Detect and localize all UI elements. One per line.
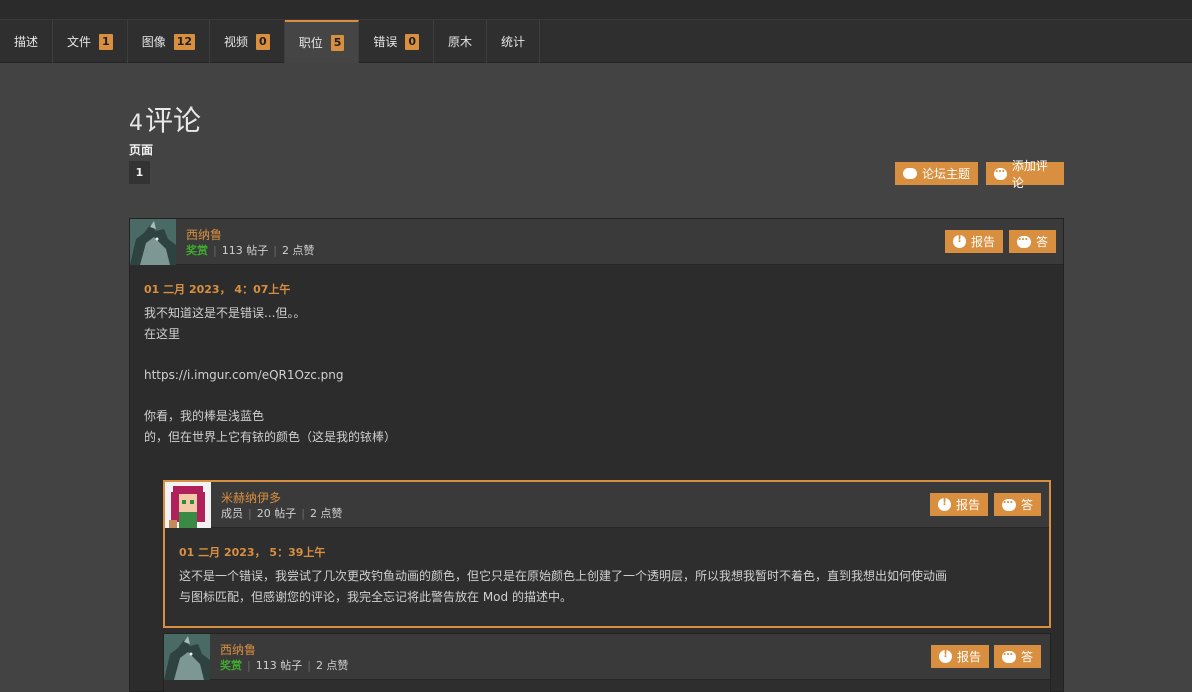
comment-date: 01 二月 2023， 4：07上午 bbox=[144, 283, 291, 296]
comment-date: 01 二月 2023， 5：39上午 bbox=[179, 546, 326, 559]
avatar-dragon[interactable] bbox=[130, 219, 176, 265]
reply-button[interactable]: 答 bbox=[1009, 230, 1057, 253]
meta-separator: | bbox=[307, 659, 311, 672]
tab-label: 统计 bbox=[501, 35, 526, 49]
tab-label: 图像 bbox=[141, 35, 166, 49]
report-label: 报告 bbox=[956, 498, 981, 512]
report-button[interactable]: 报告 bbox=[930, 493, 989, 516]
body-line: 这不是一个错误，我尝试了几次更改钓鱼动画的颜色，但它只是在原始颜色上创建了一个透… bbox=[179, 569, 948, 583]
body-line bbox=[144, 385, 396, 406]
tab-label: 原木 bbox=[448, 35, 473, 49]
tab-logs[interactable]: 原木 bbox=[434, 20, 488, 63]
meta-separator: | bbox=[301, 507, 305, 520]
comment-author[interactable]: 西纳鲁 bbox=[220, 641, 256, 658]
meta-separator: | bbox=[213, 244, 217, 257]
tab-count-badge: 0 bbox=[405, 33, 420, 50]
body-line: 你看，我的棒是浅蓝色 bbox=[144, 408, 265, 423]
report-button[interactable]: 报告 bbox=[931, 645, 990, 668]
reply-button[interactable]: 答 bbox=[994, 645, 1042, 668]
tab-count-badge: 5 bbox=[330, 34, 345, 51]
meta-separator: | bbox=[247, 659, 251, 672]
avatar-pixel-character[interactable] bbox=[165, 482, 211, 528]
meta-separator: | bbox=[273, 244, 277, 257]
page-1-button[interactable]: 1 bbox=[129, 161, 150, 184]
tab-bugs[interactable]: 错误 0 bbox=[359, 20, 435, 63]
body-line bbox=[144, 344, 396, 365]
tab-label: 职位 bbox=[298, 36, 323, 50]
body-line: 我不知道这是不是错误...但。。 bbox=[144, 306, 306, 320]
pages-label: 页面 bbox=[129, 143, 154, 157]
comment-author[interactable]: 西纳鲁 bbox=[186, 226, 222, 243]
comment-icon bbox=[994, 164, 1007, 180]
author-role: 奖赏 bbox=[186, 244, 208, 257]
tab-count-badge: 1 bbox=[99, 33, 113, 50]
top-bar bbox=[0, 0, 1192, 20]
reply-label: 答 bbox=[1021, 498, 1034, 512]
tab-label: 文件 bbox=[67, 35, 92, 49]
warning-icon bbox=[953, 234, 966, 248]
tab-stats[interactable]: 统计 bbox=[487, 20, 541, 63]
comment-author[interactable]: 米赫纳伊多 bbox=[221, 489, 281, 506]
author-role: 成员 bbox=[221, 507, 243, 520]
tab-posts[interactable]: 职位 5 bbox=[284, 20, 360, 63]
reply-2: 西纳鲁 奖赏 | 113 帖子 | 2 点赞 报告 答 bbox=[163, 633, 1051, 692]
tab-count-badge: 12 bbox=[173, 33, 196, 50]
author-kudos: 2 点赞 bbox=[309, 507, 343, 520]
tab-images[interactable]: 图像 12 bbox=[128, 20, 211, 63]
avatar-dragon[interactable] bbox=[164, 634, 210, 680]
report-label: 报告 bbox=[957, 650, 982, 664]
report-label: 报告 bbox=[971, 235, 996, 249]
author-posts: 113 帖子 bbox=[255, 659, 303, 672]
tab-count-badge: 0 bbox=[256, 33, 270, 50]
add-comment-label: 添加评论 bbox=[1011, 158, 1048, 190]
comment-header: 西纳鲁 奖赏 | 113 帖子 | 2 点赞 报告 答 bbox=[130, 219, 1063, 265]
author-meta: 奖赏 | 113 帖子 | 2 点赞 bbox=[220, 657, 348, 673]
report-button[interactable]: 报告 bbox=[945, 230, 1004, 253]
image-link[interactable]: https://i.imgur.com/eQR1Ozc.png bbox=[144, 365, 396, 386]
warning-icon bbox=[939, 649, 952, 663]
add-comment-button[interactable]: 添加评论 bbox=[986, 159, 1064, 190]
tab-bar: 描述 文件 1 图像 12 视频 0 职位 5 错误 0 原木 统计 bbox=[0, 20, 1192, 63]
reply-icon bbox=[1017, 232, 1031, 248]
forum-topic-label: 论坛主题 bbox=[922, 167, 971, 181]
page-title-text: 评论 bbox=[145, 104, 202, 137]
forum-icon bbox=[903, 168, 917, 179]
body-line: 在这里 bbox=[144, 326, 181, 341]
body-line: 的，但在世界上它有铱的颜色（这是我的铱棒） bbox=[144, 429, 397, 444]
author-kudos: 2 点赞 bbox=[315, 659, 349, 672]
tab-videos[interactable]: 视频 0 bbox=[210, 20, 285, 63]
author-posts: 113 帖子 bbox=[221, 244, 269, 257]
reply-label: 答 bbox=[1021, 650, 1034, 664]
comment-count: 4 bbox=[129, 111, 143, 136]
reply-icon bbox=[1002, 647, 1016, 663]
reply-icon bbox=[1002, 495, 1016, 511]
author-meta: 奖赏 | 113 帖子 | 2 点赞 bbox=[186, 242, 314, 258]
author-posts: 20 帖子 bbox=[256, 507, 297, 520]
author-meta: 成员 | 20 帖子 | 2 点赞 bbox=[221, 505, 342, 521]
comment-header: 西纳鲁 奖赏 | 113 帖子 | 2 点赞 报告 答 bbox=[164, 634, 1050, 680]
author-kudos: 2 点赞 bbox=[281, 244, 315, 257]
page-title: 4 评论 bbox=[129, 99, 201, 139]
tab-label: 错误 bbox=[373, 35, 398, 49]
comment-header: 米赫纳伊多 成员 | 20 帖子 | 2 点赞 报告 答 bbox=[165, 482, 1049, 528]
reply-1: 米赫纳伊多 成员 | 20 帖子 | 2 点赞 报告 答 01 二月 2023， 5：3… bbox=[163, 480, 1051, 628]
reply-label: 答 bbox=[1036, 235, 1049, 249]
comment-body: 这不是一个错误，我尝试了几次更改钓鱼动画的颜色，但它只是在原始颜色上创建了一个透… bbox=[179, 566, 1045, 607]
meta-separator: | bbox=[248, 507, 252, 520]
tab-files[interactable]: 文件 1 bbox=[53, 20, 128, 63]
forum-topic-button[interactable]: 论坛主题 bbox=[895, 162, 979, 185]
reply-button[interactable]: 答 bbox=[994, 493, 1042, 516]
comment-body: 我不知道这是不是错误...但。。 在这里 https://i.imgur.com… bbox=[144, 303, 396, 447]
tab-label: 描述 bbox=[14, 35, 39, 49]
author-role: 奖赏 bbox=[220, 659, 242, 672]
comment-1: 西纳鲁 奖赏 | 113 帖子 | 2 点赞 报告 答 01 二月 2023， 4：07… bbox=[129, 218, 1064, 692]
warning-icon bbox=[938, 497, 951, 511]
tab-label: 视频 bbox=[224, 35, 249, 49]
body-line: 与图标匹配，但感谢您的评论，我完全忘记将此警告放在 Mod 的描述中。 bbox=[179, 589, 572, 604]
tab-description[interactable]: 描述 bbox=[0, 20, 54, 63]
